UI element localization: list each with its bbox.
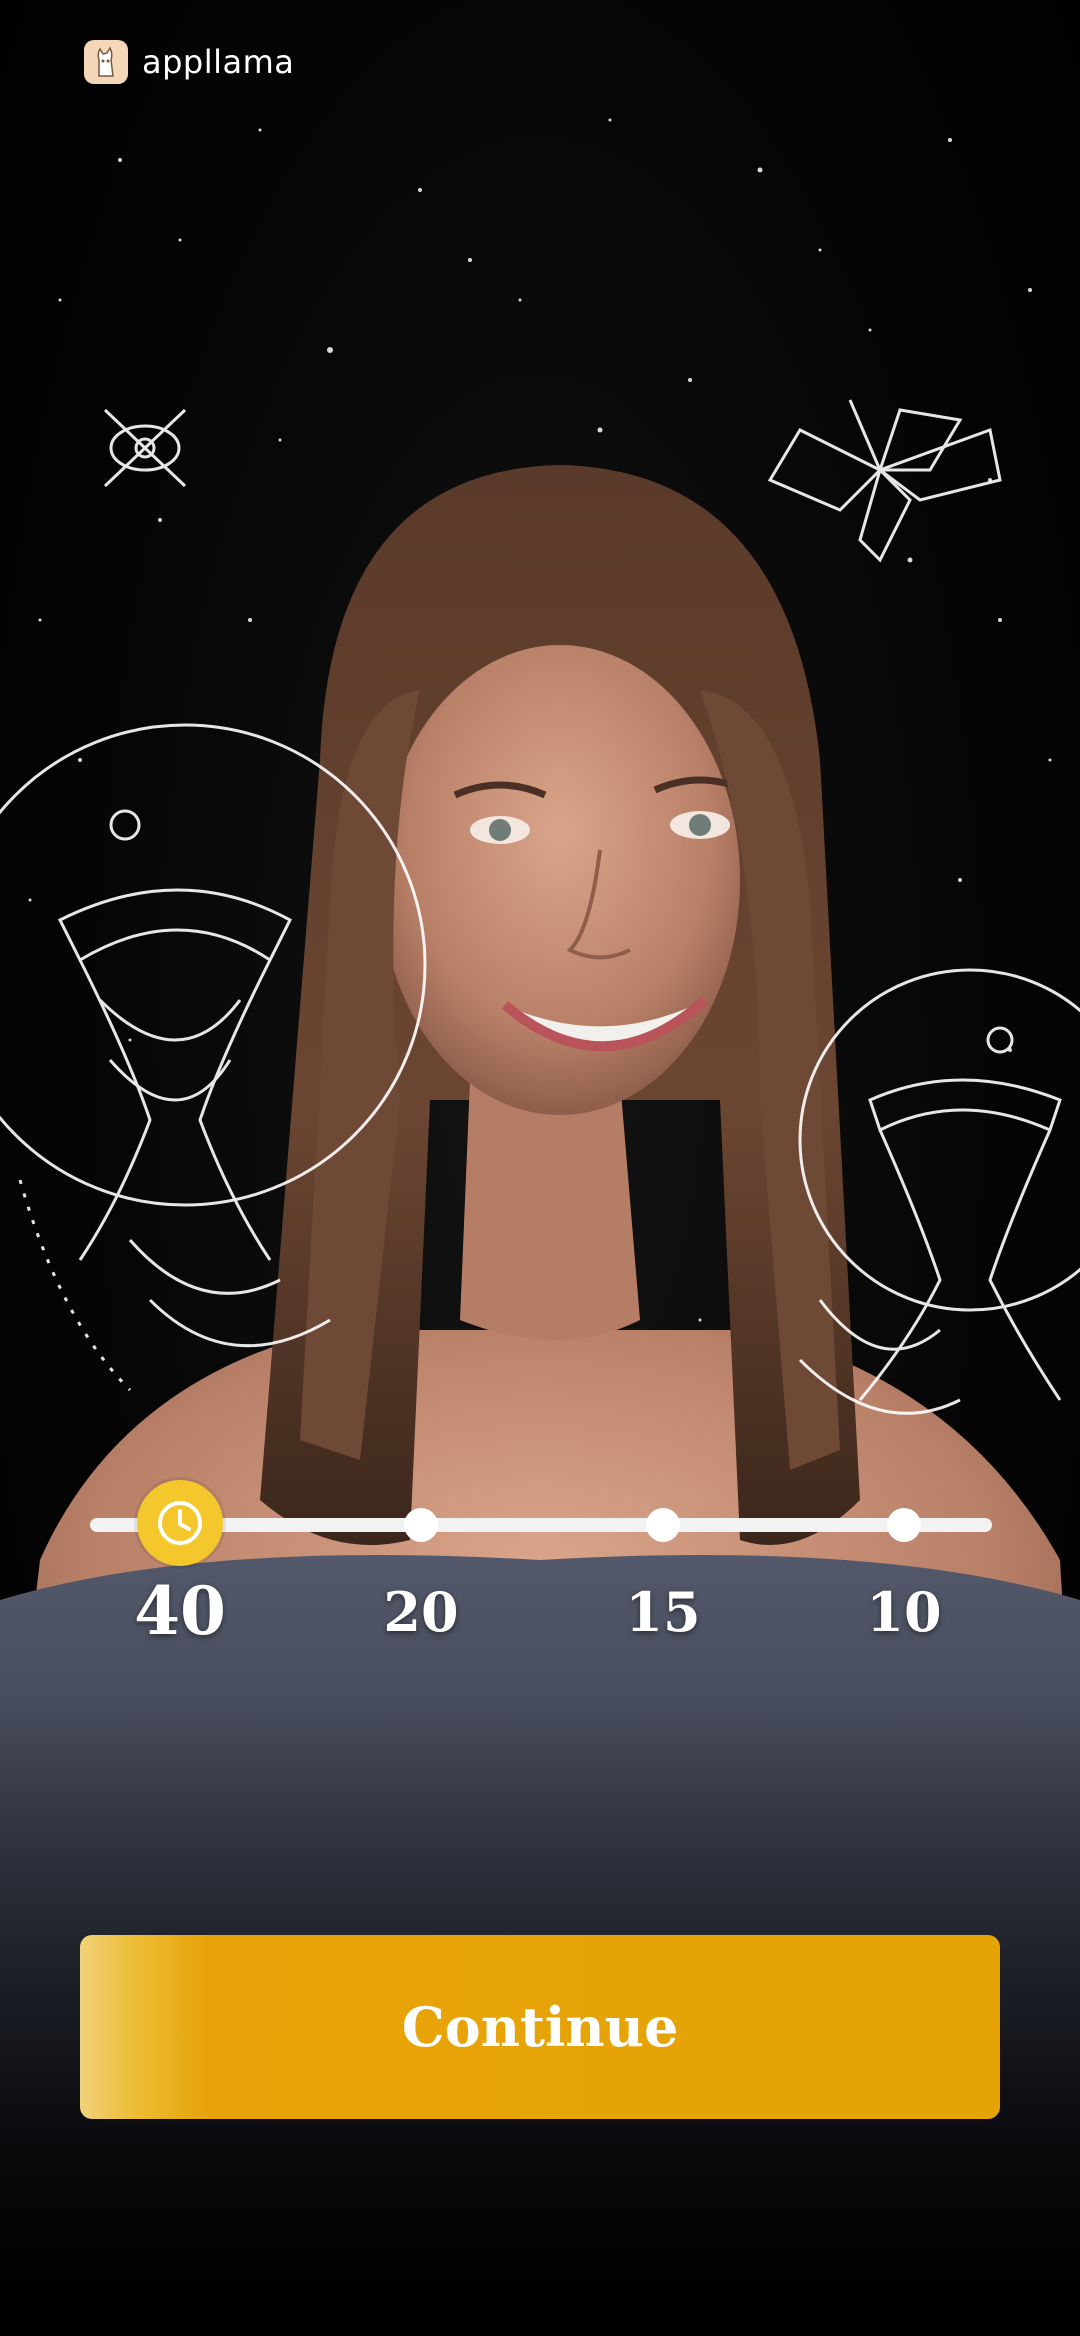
slider-label-40[interactable]: 40: [134, 1572, 226, 1650]
continue-button[interactable]: Continue: [80, 1935, 1000, 2119]
slider-label-15[interactable]: 15: [625, 1580, 700, 1644]
brand-name: appllama: [142, 43, 295, 81]
brand-header: appllama: [84, 40, 294, 84]
slider-label-10[interactable]: 10: [866, 1580, 941, 1644]
onboarding-screen: appllama 40 20 15 10 Continue: [0, 0, 1080, 2336]
slider-label-20[interactable]: 20: [383, 1580, 458, 1644]
time-slider[interactable]: 40 20 15 10: [0, 1480, 1080, 1680]
slider-stop-20[interactable]: [404, 1508, 438, 1542]
slider-stop-10[interactable]: [887, 1508, 921, 1542]
slider-track[interactable]: [90, 1518, 992, 1532]
llama-icon: [84, 40, 128, 84]
clock-icon: [158, 1501, 202, 1545]
slider-thumb[interactable]: [137, 1480, 223, 1566]
slider-stop-15[interactable]: [646, 1508, 680, 1542]
continue-button-label: Continue: [401, 1995, 679, 2059]
